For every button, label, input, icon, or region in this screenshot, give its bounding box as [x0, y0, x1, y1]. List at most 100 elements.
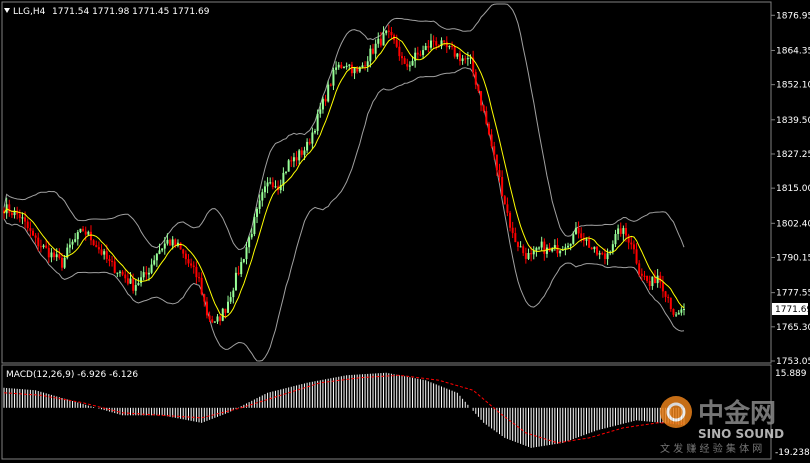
candle-body: [53, 252, 56, 258]
candle-body: [400, 56, 403, 59]
macd-tick-bottom: -19.238: [775, 448, 810, 458]
candle-body: [266, 182, 269, 187]
candle-body: [516, 242, 519, 247]
candle-body: [519, 246, 522, 248]
candle-body: [287, 160, 290, 172]
candle-body: [316, 113, 319, 131]
triangle-down-icon[interactable]: [4, 8, 10, 13]
candle-body: [543, 241, 546, 254]
candle-body: [145, 272, 148, 275]
candle-body: [503, 196, 506, 205]
candle-body: [211, 319, 214, 323]
candle-body: [369, 48, 372, 62]
candle-body: [535, 247, 538, 251]
candle-body: [590, 247, 593, 250]
candle-body: [97, 247, 100, 250]
candle-body: [617, 228, 620, 235]
candle-body: [601, 253, 604, 255]
candle-body: [134, 285, 137, 291]
candle-body: [92, 240, 95, 246]
candle-body: [495, 154, 498, 171]
price-tick-label: 1777.55: [776, 289, 810, 299]
candle-body: [184, 253, 187, 260]
chart-ohlc: 1771.54 1771.98 1771.45 1771.69: [52, 7, 210, 17]
price-tick-label: 1753.05: [776, 357, 810, 367]
candle-body: [261, 192, 264, 201]
candle-body: [408, 65, 411, 67]
candle-body: [445, 41, 448, 48]
candle-body: [155, 253, 158, 261]
price-tick-label: 1839.50: [776, 116, 810, 126]
candle-body: [324, 98, 327, 102]
candle-body: [269, 182, 272, 184]
candle-body: [353, 67, 356, 74]
candle-body: [390, 31, 393, 36]
candle-body: [105, 251, 108, 260]
candle-body: [361, 65, 364, 68]
candle-body: [47, 247, 50, 258]
candle-body: [540, 241, 543, 248]
candle-body: [661, 282, 664, 292]
candle-body: [256, 208, 259, 217]
candle-body: [596, 246, 599, 255]
watermark-brand-cn: 中金网: [698, 398, 776, 429]
candle-body: [271, 182, 274, 188]
watermark-logo: 中金网 SINO SOUND 文 发 赚 经 验 集 体 网: [660, 396, 784, 455]
candle-body: [205, 301, 208, 316]
candle-body: [300, 150, 303, 155]
candle-body: [327, 84, 330, 102]
candle-body: [651, 276, 654, 287]
candle-body: [216, 316, 219, 322]
candle-body: [319, 109, 322, 114]
candle-body: [306, 141, 309, 151]
candle-body: [585, 239, 588, 241]
candle-body: [419, 54, 422, 56]
candle-body: [635, 249, 638, 264]
candle-body: [572, 234, 575, 244]
candle-body: [466, 58, 469, 60]
candle-body: [630, 242, 633, 245]
candle-body: [29, 228, 32, 231]
candle-body: [232, 290, 235, 298]
candle-body: [285, 171, 288, 173]
candle-body: [456, 53, 459, 57]
candle-body: [527, 252, 530, 259]
candle-body: [292, 157, 295, 162]
candle-body: [458, 53, 461, 62]
candle-body: [343, 67, 345, 69]
candle-body: [208, 315, 211, 320]
candle-body: [158, 250, 161, 254]
candle-body: [290, 160, 293, 162]
candle-body: [435, 41, 438, 46]
candle-body: [345, 65, 348, 68]
candle-body: [672, 308, 675, 315]
candle-body: [667, 296, 670, 298]
candle-body: [403, 58, 406, 64]
candle-body: [121, 271, 124, 275]
candle-body: [567, 245, 570, 248]
candle-body: [506, 204, 509, 213]
candle-body: [195, 266, 198, 278]
candle-body: [45, 245, 48, 248]
candle-body: [622, 228, 625, 234]
candle-body: [171, 239, 174, 246]
candle-body: [337, 64, 340, 68]
candle-body: [124, 274, 127, 279]
candle-body: [321, 98, 324, 110]
candle-body: [137, 283, 140, 286]
candle-body: [538, 247, 541, 249]
price-tick-label: 1852.10: [776, 81, 810, 91]
candle-body: [76, 232, 79, 240]
candle-body: [227, 301, 230, 313]
moving-average-line: [3, 36, 685, 318]
candle-body: [569, 243, 572, 246]
candle-body: [163, 243, 166, 249]
bollinger-upper-band: [3, 3, 685, 251]
candle-body: [648, 280, 651, 287]
candle-body: [429, 40, 432, 48]
moving-average: [3, 36, 685, 318]
candle-body: [522, 246, 525, 254]
candle-body: [68, 244, 71, 248]
candle-body: [625, 228, 628, 236]
candle-body: [366, 61, 369, 67]
